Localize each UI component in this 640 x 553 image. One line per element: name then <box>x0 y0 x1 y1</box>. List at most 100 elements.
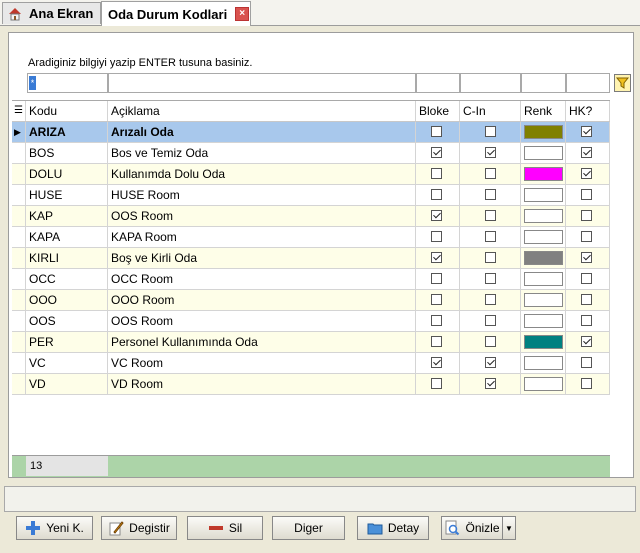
color-swatch[interactable] <box>524 230 563 244</box>
table-row[interactable]: OOO OOO Room <box>12 290 610 311</box>
aciklama-cell[interactable]: OOS Room <box>108 311 416 331</box>
bloke-checkbox[interactable] <box>431 168 442 179</box>
hk-checkbox[interactable] <box>581 189 592 200</box>
aciklama-cell[interactable]: Bos ve Temiz Oda <box>108 143 416 163</box>
bloke-checkbox[interactable] <box>431 336 442 347</box>
table-row[interactable]: PER Personel Kullanımında Oda <box>12 332 610 353</box>
filter-cell-aciklama[interactable] <box>108 73 416 93</box>
table-row[interactable]: DOLU Kullanımda Dolu Oda <box>12 164 610 185</box>
bloke-checkbox[interactable] <box>431 273 442 284</box>
kodu-cell[interactable]: BOS <box>26 143 108 163</box>
aciklama-cell[interactable]: KAPA Room <box>108 227 416 247</box>
filter-icon[interactable] <box>614 74 631 92</box>
cin-checkbox[interactable] <box>485 378 496 389</box>
cin-checkbox[interactable] <box>485 294 496 305</box>
hk-checkbox[interactable] <box>581 168 592 179</box>
aciklama-cell[interactable]: Personel Kullanımında Oda <box>108 332 416 352</box>
bloke-checkbox[interactable] <box>431 189 442 200</box>
kodu-cell[interactable]: HUSE <box>26 185 108 205</box>
kodu-cell[interactable]: OOS <box>26 311 108 331</box>
kodu-cell[interactable]: ARIZA <box>26 122 108 142</box>
table-row[interactable]: OOS OOS Room <box>12 311 610 332</box>
column-header-bloke[interactable]: Bloke <box>416 101 460 121</box>
cin-checkbox[interactable] <box>485 231 496 242</box>
column-header-aciklama[interactable]: Açiklama <box>108 101 416 121</box>
tab-ana-ekran[interactable]: Ana Ekran <box>2 2 101 24</box>
kodu-cell[interactable]: VD <box>26 374 108 394</box>
filter-cell-renk[interactable] <box>521 73 566 93</box>
kodu-cell[interactable]: OCC <box>26 269 108 289</box>
color-swatch[interactable] <box>524 335 563 349</box>
hk-checkbox[interactable] <box>581 378 592 389</box>
table-row[interactable]: ▶ ARIZA Arızalı Oda <box>12 122 610 143</box>
table-row[interactable]: VD VD Room <box>12 374 610 395</box>
hk-checkbox[interactable] <box>581 231 592 242</box>
color-swatch[interactable] <box>524 146 563 160</box>
column-header-cin[interactable]: C-In <box>460 101 521 121</box>
cin-checkbox[interactable] <box>485 315 496 326</box>
table-row[interactable]: KAP OOS Room <box>12 206 610 227</box>
column-header-renk[interactable]: Renk <box>521 101 566 121</box>
bloke-checkbox[interactable] <box>431 357 442 368</box>
cin-checkbox[interactable] <box>485 357 496 368</box>
aciklama-cell[interactable]: HUSE Room <box>108 185 416 205</box>
onizle-button[interactable]: Önizle <box>441 516 502 540</box>
kodu-cell[interactable]: OOO <box>26 290 108 310</box>
cin-checkbox[interactable] <box>485 147 496 158</box>
aciklama-cell[interactable]: Boş ve Kirli Oda <box>108 248 416 268</box>
color-swatch[interactable] <box>524 209 563 223</box>
degistir-button[interactable]: Degistir <box>101 516 177 540</box>
aciklama-cell[interactable]: OOO Room <box>108 290 416 310</box>
color-swatch[interactable] <box>524 167 563 181</box>
cin-checkbox[interactable] <box>485 252 496 263</box>
filter-cell-kodu[interactable]: * <box>27 73 108 93</box>
aciklama-cell[interactable]: Arızalı Oda <box>108 122 416 142</box>
hk-checkbox[interactable] <box>581 315 592 326</box>
bloke-checkbox[interactable] <box>431 378 442 389</box>
bloke-checkbox[interactable] <box>431 252 442 263</box>
bloke-checkbox[interactable] <box>431 231 442 242</box>
hk-checkbox[interactable] <box>581 273 592 284</box>
yeni-button[interactable]: Yeni K. <box>16 516 93 540</box>
sil-button[interactable]: Sil <box>187 516 263 540</box>
filter-cell-bloke[interactable] <box>416 73 460 93</box>
kodu-cell[interactable]: VC <box>26 353 108 373</box>
bloke-checkbox[interactable] <box>431 147 442 158</box>
hk-checkbox[interactable] <box>581 336 592 347</box>
kodu-cell[interactable]: KAP <box>26 206 108 226</box>
bloke-checkbox[interactable] <box>431 210 442 221</box>
hk-checkbox[interactable] <box>581 252 592 263</box>
cin-checkbox[interactable] <box>485 210 496 221</box>
color-swatch[interactable] <box>524 272 563 286</box>
table-row[interactable]: OCC OCC Room <box>12 269 610 290</box>
aciklama-cell[interactable]: VC Room <box>108 353 416 373</box>
onizle-dropdown-button[interactable]: ▼ <box>502 516 516 540</box>
kodu-cell[interactable]: KIRLI <box>26 248 108 268</box>
color-swatch[interactable] <box>524 356 563 370</box>
column-header-kodu[interactable]: Kodu <box>26 101 108 121</box>
diger-button[interactable]: Diger <box>272 516 345 540</box>
kodu-cell[interactable]: PER <box>26 332 108 352</box>
aciklama-cell[interactable]: VD Room <box>108 374 416 394</box>
color-swatch[interactable] <box>524 314 563 328</box>
table-row[interactable]: VC VC Room <box>12 353 610 374</box>
color-swatch[interactable] <box>524 377 563 391</box>
table-row[interactable]: KIRLI Boş ve Kirli Oda <box>12 248 610 269</box>
aciklama-cell[interactable]: Kullanımda Dolu Oda <box>108 164 416 184</box>
cin-checkbox[interactable] <box>485 336 496 347</box>
tab-oda-durum-kodlari[interactable]: Oda Durum Kodlari × <box>101 1 251 26</box>
aciklama-cell[interactable]: OCC Room <box>108 269 416 289</box>
cin-checkbox[interactable] <box>485 273 496 284</box>
bloke-checkbox[interactable] <box>431 294 442 305</box>
cin-checkbox[interactable] <box>485 168 496 179</box>
kodu-cell[interactable]: DOLU <box>26 164 108 184</box>
kodu-cell[interactable]: KAPA <box>26 227 108 247</box>
close-icon[interactable]: × <box>235 7 250 21</box>
hk-checkbox[interactable] <box>581 147 592 158</box>
table-row[interactable]: HUSE HUSE Room <box>12 185 610 206</box>
bloke-checkbox[interactable] <box>431 126 442 137</box>
filter-cell-hk[interactable] <box>566 73 610 93</box>
filter-cell-cin[interactable] <box>460 73 521 93</box>
color-swatch[interactable] <box>524 125 563 139</box>
hk-checkbox[interactable] <box>581 294 592 305</box>
